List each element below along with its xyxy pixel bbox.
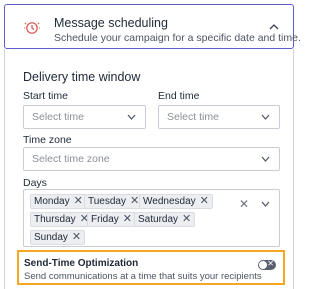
day-tag-monday[interactable]: Monday ✕ bbox=[30, 194, 87, 209]
remove-icon[interactable]: ✕ bbox=[74, 195, 83, 207]
day-tag-label: Saturday bbox=[138, 214, 179, 225]
clock-icon bbox=[24, 22, 40, 34]
remove-icon[interactable]: ✕ bbox=[123, 213, 132, 225]
time-zone-placeholder: Select time zone bbox=[32, 153, 110, 165]
day-tag-label: Thursday bbox=[34, 214, 76, 225]
section-subtitle: Schedule your campaign for a specific da… bbox=[54, 32, 301, 44]
chevron-down-icon bbox=[261, 114, 270, 120]
delivery-time-window-title: Delivery time window bbox=[23, 70, 141, 84]
day-tag-label: Monday bbox=[34, 196, 70, 207]
remove-icon[interactable]: ✕ bbox=[200, 195, 209, 207]
scheduling-header[interactable]: Message scheduling Schedule your campaig… bbox=[4, 4, 301, 49]
chevron-down-icon bbox=[127, 114, 136, 120]
send-time-optimization-box: Send-Time Optimization Send communicatio… bbox=[17, 250, 285, 285]
chevron-down-icon[interactable] bbox=[261, 201, 270, 207]
sto-description: Send communications at a time that suits… bbox=[24, 271, 262, 282]
day-tag-label: Sunday bbox=[34, 232, 68, 243]
end-time-placeholder: Select time bbox=[167, 111, 219, 123]
start-time-select[interactable]: Select time bbox=[23, 105, 146, 129]
day-tag-thursday[interactable]: Thursday ✕ bbox=[30, 212, 93, 227]
time-zone-label: Time zone bbox=[23, 134, 72, 146]
sto-toggle[interactable]: ✕ bbox=[258, 259, 276, 270]
day-tag-label: Friday bbox=[91, 214, 119, 225]
start-time-placeholder: Select time bbox=[32, 111, 84, 123]
toggle-knob bbox=[259, 261, 267, 269]
day-tag-friday[interactable]: Friday ✕ bbox=[87, 212, 137, 227]
toggle-off-icon: ✕ bbox=[267, 259, 274, 268]
clear-all-icon[interactable]: ✕ bbox=[239, 197, 249, 211]
chevron-up-icon[interactable] bbox=[269, 23, 279, 31]
day-tag-tuesday[interactable]: Tuesday ✕ bbox=[84, 194, 144, 209]
chevron-down-icon bbox=[261, 156, 270, 162]
day-tag-sunday[interactable]: Sunday ✕ bbox=[30, 230, 86, 245]
days-multiselect[interactable]: Monday ✕ Tuesday ✕ Wednesday ✕ Thursday ✕ Fr… bbox=[23, 189, 280, 247]
start-time-label: Start time bbox=[23, 90, 68, 102]
day-tag-label: Tuesday bbox=[88, 196, 126, 207]
section-title: Message scheduling bbox=[54, 16, 168, 30]
end-time-label: End time bbox=[158, 90, 200, 102]
sto-title: Send-Time Optimization bbox=[24, 258, 139, 269]
remove-icon[interactable]: ✕ bbox=[72, 231, 81, 243]
time-zone-select[interactable]: Select time zone bbox=[23, 147, 280, 171]
day-tag-wednesday[interactable]: Wednesday ✕ bbox=[139, 194, 213, 209]
remove-icon[interactable]: ✕ bbox=[130, 195, 139, 207]
remove-icon[interactable]: ✕ bbox=[182, 213, 191, 225]
day-tag-saturday[interactable]: Saturday ✕ bbox=[134, 212, 196, 227]
day-tag-label: Wednesday bbox=[143, 196, 196, 207]
end-time-select[interactable]: Select time bbox=[158, 105, 280, 129]
days-label: Days bbox=[23, 177, 47, 189]
